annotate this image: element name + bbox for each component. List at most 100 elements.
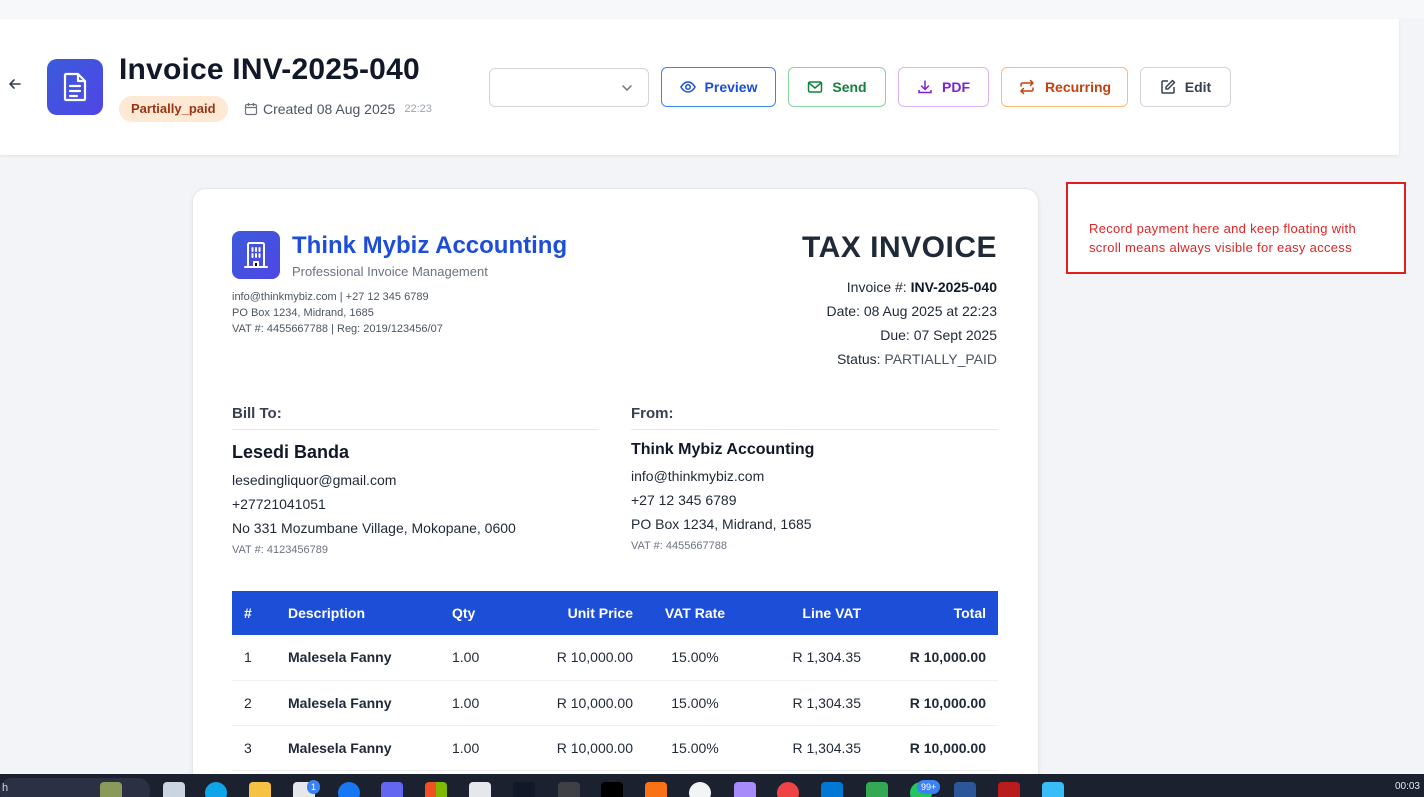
col-header-number: # bbox=[232, 591, 276, 635]
pdf-button[interactable]: PDF bbox=[898, 67, 989, 107]
cell-description: Malesela Fanny bbox=[276, 725, 440, 771]
calendar-app-icon[interactable] bbox=[1042, 782, 1064, 797]
status-badge: Partially_paid bbox=[119, 96, 228, 122]
from-divider bbox=[631, 429, 998, 430]
edit-button[interactable]: Edit bbox=[1140, 67, 1231, 107]
file-text-icon bbox=[47, 59, 103, 115]
capture-icon[interactable] bbox=[513, 782, 535, 797]
record-payment-annotation: Record payment here and keep floating wi… bbox=[1066, 182, 1406, 274]
template-select[interactable] bbox=[489, 68, 649, 107]
widget-icon[interactable] bbox=[100, 782, 122, 797]
bill-to-label: Bill To: bbox=[232, 405, 282, 422]
company-name: Think Mybiz Accounting bbox=[292, 232, 568, 259]
created-time: 22:23 bbox=[404, 103, 432, 115]
taskbar-clock: 00:03 bbox=[1394, 781, 1420, 792]
preview-button[interactable]: Preview bbox=[661, 67, 776, 107]
table-row: 3 Malesela Fanny 1.00 R 10,000.00 15.00%… bbox=[232, 725, 998, 771]
invoice-due: Due: 07 Sept 2025 bbox=[880, 327, 997, 343]
cell-description: Malesela Fanny bbox=[276, 680, 440, 726]
chevron-down-icon bbox=[622, 85, 632, 92]
pdf-reader-icon[interactable] bbox=[998, 782, 1020, 797]
cell-number: 3 bbox=[232, 725, 276, 771]
company-vat-reg: VAT #: 4455667788 | Reg: 2019/123456/07 bbox=[232, 323, 443, 335]
cell-unit-price: R 10,000.00 bbox=[510, 725, 645, 771]
cell-total: R 10,000.00 bbox=[873, 680, 998, 726]
cell-number: 2 bbox=[232, 680, 276, 726]
send-button[interactable]: Send bbox=[788, 67, 886, 107]
facebook-icon[interactable] bbox=[338, 782, 360, 797]
copilot-icon[interactable] bbox=[381, 782, 403, 797]
col-header-qty: Qty bbox=[440, 591, 510, 635]
edit-label: Edit bbox=[1184, 79, 1212, 95]
created-label: Created 08 Aug 2025 bbox=[263, 101, 396, 117]
company-address: PO Box 1234, Midrand, 1685 bbox=[232, 307, 374, 319]
google-drive-icon[interactable] bbox=[866, 782, 888, 797]
invoice-number: Invoice #: INV-2025-040 bbox=[847, 279, 997, 295]
task-view-icon[interactable] bbox=[163, 782, 185, 797]
bill-to-vat: VAT #: 4123456789 bbox=[232, 544, 329, 556]
back-button[interactable] bbox=[6, 77, 24, 95]
col-header-line-vat: Line VAT bbox=[745, 591, 873, 635]
file-explorer-icon[interactable] bbox=[249, 782, 271, 797]
from-label: From: bbox=[631, 405, 674, 422]
from-address: PO Box 1234, Midrand, 1685 bbox=[631, 516, 812, 532]
col-header-vat-rate: VAT Rate bbox=[645, 591, 745, 635]
cell-qty: 1.00 bbox=[440, 725, 510, 771]
taskbar-search[interactable]: h bbox=[0, 778, 150, 797]
line-items-table: # Description Qty Unit Price VAT Rate Li… bbox=[232, 591, 998, 771]
page-title: Invoice INV-2025-040 bbox=[119, 53, 420, 86]
cell-total: R 10,000.00 bbox=[873, 725, 998, 771]
invoice-status-label: Status: bbox=[836, 351, 881, 367]
outlook-icon[interactable] bbox=[821, 782, 843, 797]
from-email: info@thinkmybiz.com bbox=[631, 468, 765, 484]
bill-to-phone: +27721041051 bbox=[232, 496, 326, 512]
cell-number: 1 bbox=[232, 635, 276, 681]
mail-icon bbox=[808, 81, 823, 93]
eye-icon bbox=[679, 81, 696, 93]
col-header-unit-price: Unit Price bbox=[510, 591, 645, 635]
chrome-icon[interactable] bbox=[777, 782, 799, 797]
edit-icon bbox=[1161, 79, 1176, 94]
tiktok-icon[interactable] bbox=[601, 782, 623, 797]
from-phone: +27 12 345 6789 bbox=[631, 492, 737, 508]
app-icon[interactable] bbox=[645, 782, 667, 797]
github-icon[interactable] bbox=[689, 782, 711, 797]
cell-description: Malesela Fanny bbox=[276, 635, 440, 681]
recurring-label: Recurring bbox=[1044, 79, 1112, 95]
bill-to-divider bbox=[232, 429, 599, 430]
media-player-icon[interactable] bbox=[469, 782, 491, 797]
from-vat: VAT #: 4455667788 bbox=[631, 540, 728, 552]
microsoft-icon[interactable] bbox=[425, 782, 447, 797]
recurring-button[interactable]: Recurring bbox=[1001, 67, 1128, 107]
created-date: Created 08 Aug 2025 22:23 bbox=[244, 101, 432, 117]
cell-qty: 1.00 bbox=[440, 635, 510, 681]
cell-vat-rate: 15.00% bbox=[645, 635, 745, 681]
os-taskbar: h 1 99+ 00:03 bbox=[0, 774, 1424, 797]
download-icon bbox=[918, 80, 932, 94]
cell-line-vat: R 1,304.35 bbox=[745, 680, 873, 726]
cell-unit-price: R 10,000.00 bbox=[510, 635, 645, 681]
feather-icon[interactable] bbox=[734, 782, 756, 797]
whatsapp-badge: 99+ bbox=[917, 780, 941, 794]
pdf-label: PDF bbox=[942, 79, 970, 95]
terminal-icon[interactable] bbox=[558, 782, 580, 797]
cell-vat-rate: 15.00% bbox=[645, 725, 745, 771]
cell-unit-price: R 10,000.00 bbox=[510, 680, 645, 726]
browser-top-strip bbox=[0, 0, 1424, 19]
send-label: Send bbox=[832, 79, 867, 95]
bill-to-name: Lesedi Banda bbox=[232, 442, 350, 462]
cell-qty: 1.00 bbox=[440, 680, 510, 726]
table-row: 2 Malesela Fanny 1.00 R 10,000.00 15.00%… bbox=[232, 680, 998, 726]
bill-to-address: No 331 Mozumbane Village, Mokopane, 0600 bbox=[232, 520, 516, 536]
store-badge: 1 bbox=[307, 780, 321, 794]
repeat-icon bbox=[1020, 79, 1034, 95]
word-icon[interactable] bbox=[954, 782, 976, 797]
invoice-number-value: INV-2025-040 bbox=[910, 279, 997, 295]
edge-browser-icon[interactable] bbox=[205, 782, 227, 797]
from-name: Think Mybiz Accounting bbox=[631, 441, 815, 458]
col-header-total: Total bbox=[873, 591, 998, 635]
col-header-description: Description bbox=[276, 591, 440, 635]
building-icon bbox=[232, 231, 280, 279]
cell-line-vat: R 1,304.35 bbox=[745, 725, 873, 771]
invoice-heading: TAX INVOICE bbox=[802, 231, 997, 264]
